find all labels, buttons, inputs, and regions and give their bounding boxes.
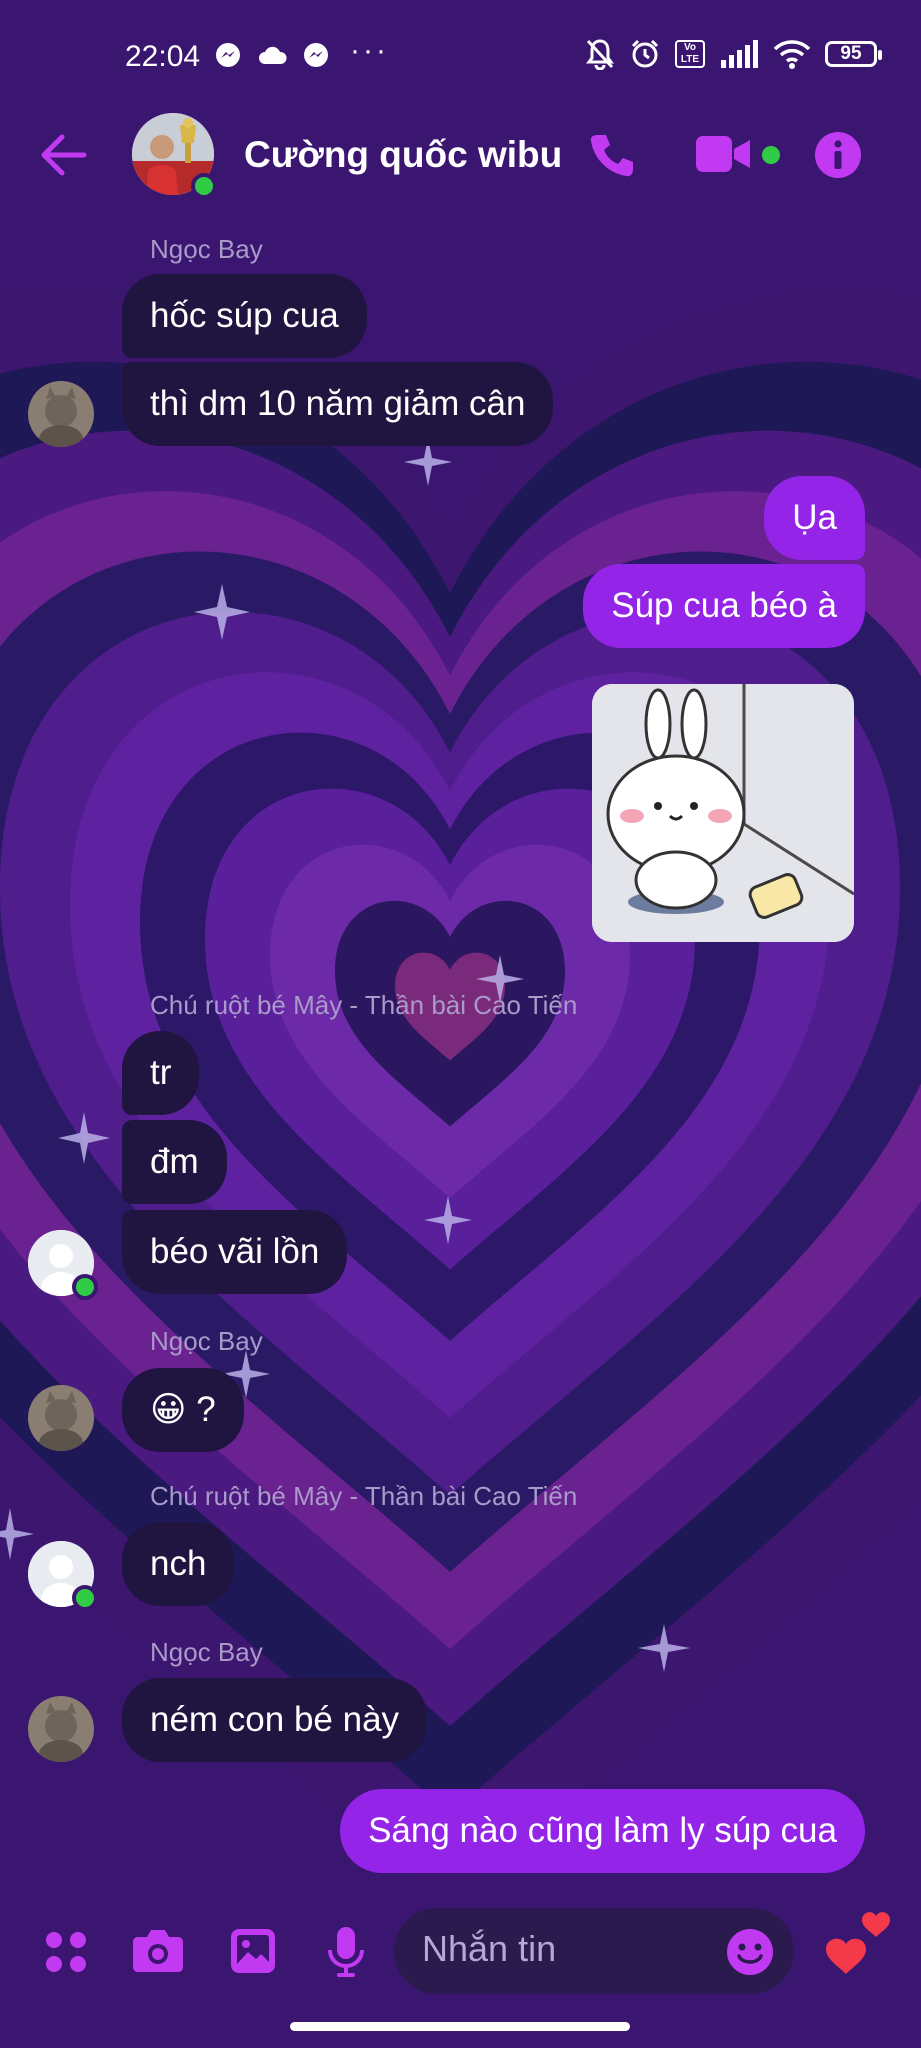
sender-name: Chú ruột bé Mây - Thần bài Cao Tiến <box>150 990 578 1020</box>
message-bubble[interactable]: nch <box>122 1522 235 1606</box>
sender-name: Ngọc Bay <box>150 1326 263 1356</box>
cat-photo-image <box>28 1385 94 1451</box>
sender-avatar[interactable] <box>28 1385 94 1451</box>
message-list: Ngọc Bay hốc súp cua thì dm 10 năm giảm … <box>0 0 921 2048</box>
sender-avatar[interactable] <box>28 381 94 447</box>
gallery-icon[interactable] <box>230 1928 276 1974</box>
sender-name: Ngọc Bay <box>150 234 263 264</box>
message-bubble[interactable]: 😀 ? <box>122 1368 244 1452</box>
cat-photo-image <box>28 381 94 447</box>
message-bubble[interactable]: đm <box>122 1120 227 1204</box>
message-bubble[interactable]: tr <box>122 1031 200 1115</box>
sender-name: Ngọc Bay <box>150 1637 263 1667</box>
camera-icon[interactable] <box>132 1927 184 1973</box>
emoji-icon[interactable] <box>726 1928 774 1976</box>
cat-photo-image <box>28 1696 94 1762</box>
sender-name: Chú ruột bé Mây - Thần bài Cao Tiến <box>150 1481 578 1511</box>
menu-grid-icon[interactable] <box>44 1930 88 1974</box>
sender-avatar[interactable] <box>28 1696 94 1762</box>
heart-reaction-icon[interactable] <box>820 1910 896 1988</box>
message-bubble[interactable]: Súp cua béo à <box>583 564 865 648</box>
message-bubble[interactable]: hốc súp cua <box>122 274 367 358</box>
message-bubble[interactable]: ném con bé này <box>122 1678 428 1762</box>
microphone-icon[interactable] <box>326 1926 366 1978</box>
online-indicator <box>72 1585 98 1611</box>
message-bubble[interactable]: Ụa <box>764 476 865 560</box>
sticker-message[interactable] <box>592 684 854 942</box>
message-bubble[interactable]: béo vãi lồn <box>122 1210 348 1294</box>
bunny-sticker-image <box>592 684 854 942</box>
online-indicator <box>72 1274 98 1300</box>
message-bubble[interactable]: thì dm 10 năm giảm cân <box>122 362 554 446</box>
message-bubble[interactable]: Sáng nào cũng làm ly súp cua <box>340 1789 865 1873</box>
